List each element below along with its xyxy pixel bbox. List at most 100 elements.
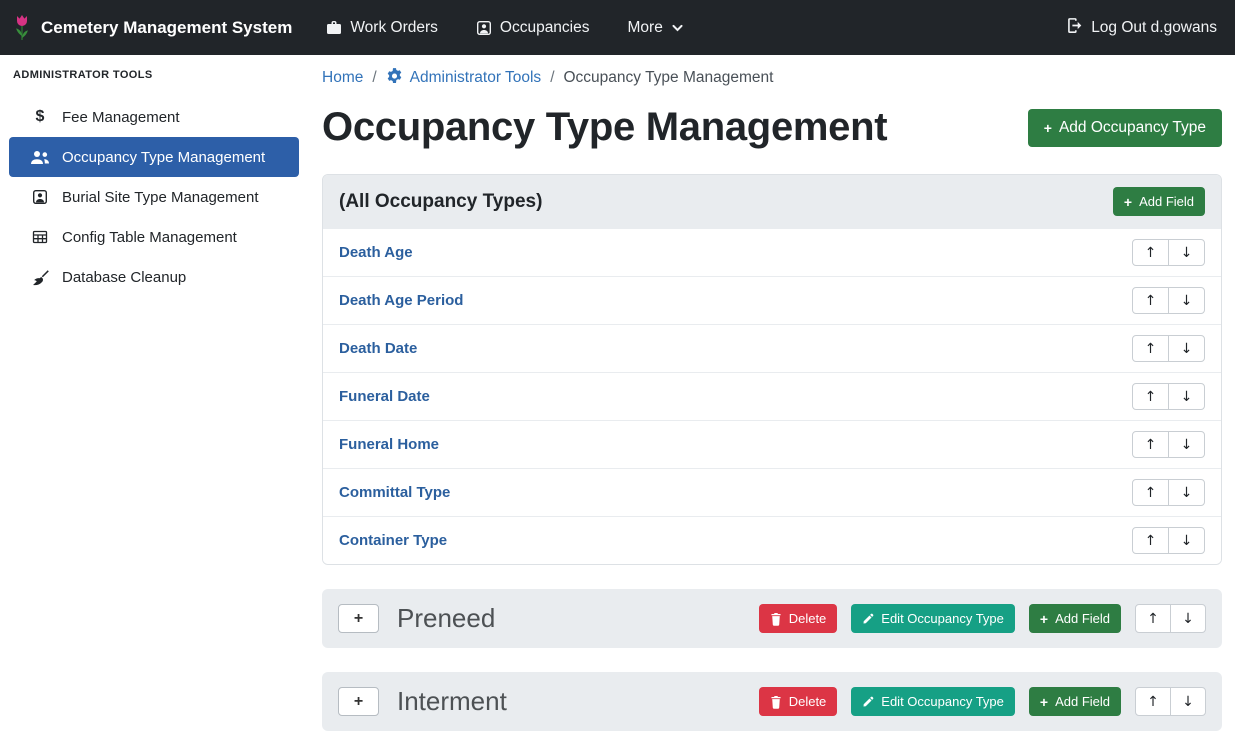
occupancy-type-section-interment: + Interment Delete <box>322 672 1222 731</box>
sidebar-item-fee-management[interactable]: $ Fee Management <box>9 97 299 137</box>
field-row: Committal Type ↑ ↓ <box>323 468 1221 516</box>
admin-tools-sidebar: ADMINISTRATOR TOOLS $ Fee Management Occ… <box>0 55 308 738</box>
expand-button[interactable]: + <box>338 604 379 633</box>
move-down-button[interactable]: ↓ <box>1168 287 1205 314</box>
nav-occupancies[interactable]: Occupancies <box>476 19 590 37</box>
breadcrumb-current: Occupancy Type Management <box>564 69 774 87</box>
breadcrumb-separator: / <box>372 69 376 87</box>
edit-occupancy-type-button[interactable]: Edit Occupancy Type <box>851 604 1015 633</box>
move-up-button[interactable]: ↑ <box>1132 479 1169 506</box>
nav-label: Work Orders <box>350 19 438 37</box>
move-up-button[interactable]: ↑ <box>1132 239 1169 266</box>
field-row: Death Age Period ↑ ↓ <box>323 276 1221 324</box>
move-down-button[interactable]: ↓ <box>1168 383 1205 410</box>
field-row: Funeral Home ↑ ↓ <box>323 420 1221 468</box>
trash-icon <box>770 612 782 626</box>
add-field-button[interactable]: + Add Field <box>1113 187 1205 216</box>
app-brand[interactable]: Cemetery Management System <box>12 14 292 42</box>
reorder-buttons: ↑ ↓ <box>1132 239 1205 266</box>
reorder-buttons: ↑ ↓ <box>1135 604 1206 633</box>
trash-icon <box>770 695 782 709</box>
reorder-buttons: ↑ ↓ <box>1132 383 1205 410</box>
move-up-button[interactable]: ↑ <box>1132 383 1169 410</box>
reorder-buttons: ↑ ↓ <box>1132 287 1205 314</box>
breadcrumb-separator: / <box>550 69 554 87</box>
add-field-label: Add Field <box>1055 694 1110 709</box>
add-occupancy-type-button[interactable]: + Add Occupancy Type <box>1028 109 1222 147</box>
add-field-button[interactable]: + Add Field <box>1029 604 1121 633</box>
sidebar-item-label: Burial Site Type Management <box>62 189 259 206</box>
move-down-button[interactable]: ↓ <box>1168 527 1205 554</box>
portrait-icon <box>476 20 492 36</box>
portrait-icon <box>30 189 50 205</box>
move-up-button[interactable]: ↑ <box>1135 604 1171 633</box>
occupancy-type-section-preneed: + Preneed Delete <box>322 589 1222 648</box>
field-link-funeral-home[interactable]: Funeral Home <box>339 436 439 453</box>
field-row: Container Type ↑ ↓ <box>323 516 1221 564</box>
move-up-button[interactable]: ↑ <box>1135 687 1171 716</box>
field-link-container-type[interactable]: Container Type <box>339 532 447 549</box>
edit-label: Edit Occupancy Type <box>881 694 1004 709</box>
sidebar-item-label: Fee Management <box>62 109 180 126</box>
field-row: Death Age ↑ ↓ <box>323 228 1221 276</box>
move-down-button[interactable]: ↓ <box>1170 687 1206 716</box>
field-link-death-age[interactable]: Death Age <box>339 244 413 261</box>
section-title: Interment <box>397 686 507 717</box>
field-link-funeral-date[interactable]: Funeral Date <box>339 388 430 405</box>
edit-label: Edit Occupancy Type <box>881 611 1004 626</box>
delete-label: Delete <box>789 611 827 626</box>
logout-link[interactable]: Log Out d.gowans <box>1066 17 1217 39</box>
card-header: (All Occupancy Types) + Add Field <box>323 175 1221 228</box>
add-field-button[interactable]: + Add Field <box>1029 687 1121 716</box>
nav-more[interactable]: More <box>628 19 684 37</box>
plus-icon: + <box>1040 695 1048 709</box>
nav-work-orders[interactable]: Work Orders <box>326 19 438 37</box>
move-up-button[interactable]: ↑ <box>1132 527 1169 554</box>
sidebar-item-database-cleanup[interactable]: Database Cleanup <box>9 257 299 297</box>
field-link-death-age-period[interactable]: Death Age Period <box>339 292 463 309</box>
sidebar-heading: ADMINISTRATOR TOOLS <box>0 69 308 81</box>
add-field-label: Add Field <box>1055 611 1110 626</box>
top-navbar: Cemetery Management System Work Orders O… <box>0 0 1235 55</box>
edit-occupancy-type-button[interactable]: Edit Occupancy Type <box>851 687 1015 716</box>
sidebar-item-occupancy-type-management[interactable]: Occupancy Type Management <box>9 137 299 177</box>
sidebar-item-burial-site-type-management[interactable]: Burial Site Type Management <box>9 177 299 217</box>
field-row: Death Date ↑ ↓ <box>323 324 1221 372</box>
nav-label: More <box>628 19 663 37</box>
field-link-committal-type[interactable]: Committal Type <box>339 484 450 501</box>
sidebar-item-config-table-management[interactable]: Config Table Management <box>9 217 299 257</box>
sidebar-item-label: Config Table Management <box>62 229 237 246</box>
reorder-buttons: ↑ ↓ <box>1132 335 1205 362</box>
move-down-button[interactable]: ↓ <box>1168 479 1205 506</box>
primary-nav: Work Orders Occupancies More <box>326 19 684 37</box>
move-down-button[interactable]: ↓ <box>1170 604 1206 633</box>
breadcrumb: Home / Administrator Tools / Occupancy T… <box>322 67 1222 89</box>
reorder-buttons: ↑ ↓ <box>1132 479 1205 506</box>
move-up-button[interactable]: ↑ <box>1132 335 1169 362</box>
tulip-logo-icon <box>12 14 32 42</box>
breadcrumb-home-link[interactable]: Home <box>322 69 363 87</box>
field-link-death-date[interactable]: Death Date <box>339 340 417 357</box>
dollar-icon: $ <box>30 108 50 126</box>
section-actions: Delete Edit Occupancy Type + Add Field <box>759 604 1206 633</box>
delete-button[interactable]: Delete <box>759 687 838 716</box>
move-down-button[interactable]: ↓ <box>1168 239 1205 266</box>
plus-icon: + <box>1124 195 1132 209</box>
broom-icon <box>30 269 50 286</box>
toolbox-icon <box>326 20 342 36</box>
users-icon <box>30 150 50 165</box>
add-field-label: Add Field <box>1139 194 1194 209</box>
app-title: Cemetery Management System <box>41 18 292 38</box>
expand-button[interactable]: + <box>338 687 379 716</box>
move-up-button[interactable]: ↑ <box>1132 431 1169 458</box>
move-down-button[interactable]: ↓ <box>1168 431 1205 458</box>
move-down-button[interactable]: ↓ <box>1168 335 1205 362</box>
move-up-button[interactable]: ↑ <box>1132 287 1169 314</box>
table-icon <box>30 229 50 245</box>
field-row: Funeral Date ↑ ↓ <box>323 372 1221 420</box>
delete-label: Delete <box>789 694 827 709</box>
breadcrumb-admin-tools-label: Administrator Tools <box>410 69 542 87</box>
delete-button[interactable]: Delete <box>759 604 838 633</box>
breadcrumb-admin-tools-link[interactable]: Administrator Tools <box>386 67 542 89</box>
logout-label: Log Out d.gowans <box>1091 19 1217 37</box>
